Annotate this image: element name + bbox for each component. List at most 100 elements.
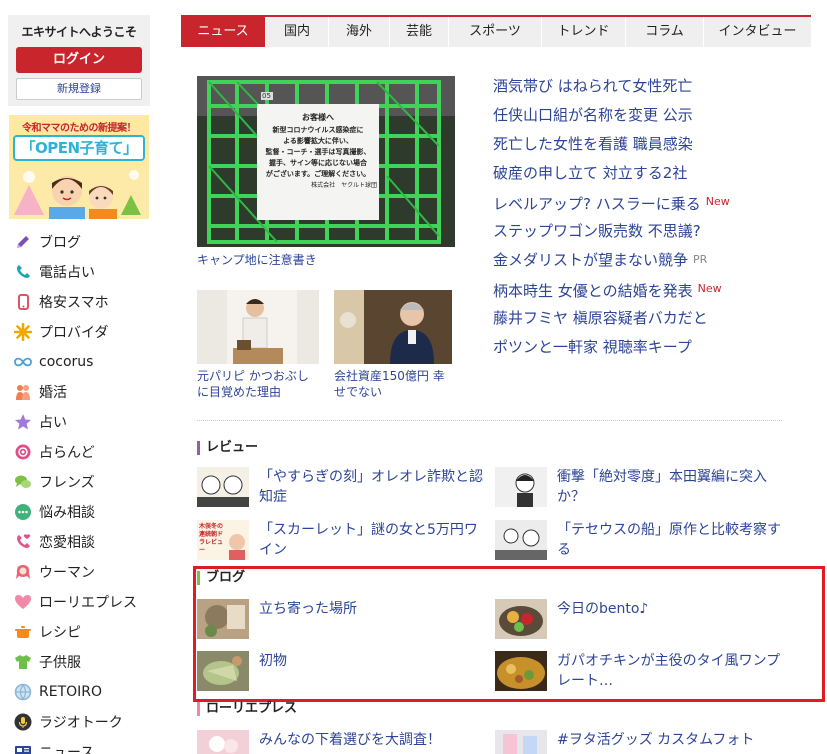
- tab-column[interactable]: コラム: [626, 17, 704, 47]
- review-article[interactable]: 「テセウスの船」原作と比較考察する: [495, 520, 795, 560]
- headline-text: ステップワゴン販売数 不思議?: [493, 222, 701, 240]
- headline-item[interactable]: レベルアップ? ハスラーに乗る New: [493, 192, 813, 221]
- menu-item-laurier[interactable]: ローリエプレス: [8, 587, 150, 617]
- heart-phone-icon: [14, 533, 32, 551]
- article-thumbnail: [197, 599, 249, 639]
- article-thumbnail: [495, 599, 547, 639]
- article-title: 「やすらぎの刻」オレオレ詐欺と認知症: [259, 469, 483, 505]
- menu-label: 電話占い: [39, 265, 95, 281]
- menu-label: ニュース: [39, 745, 95, 754]
- sign-text-line: 株式会社 ヤクルト球団: [311, 182, 377, 189]
- headline-item[interactable]: 藤井フミヤ 槇原容疑者バカだと: [493, 308, 813, 337]
- article-title: みんなの下着選びを大調査！: [259, 732, 441, 748]
- featured-caption[interactable]: キャンプ地に注意書き: [197, 251, 317, 268]
- menu-item-uranai[interactable]: 占い: [8, 407, 150, 437]
- headline-item[interactable]: 柄本時生 女優との結婚を発表 New: [493, 279, 813, 308]
- tab-interview[interactable]: インタビュー: [704, 17, 811, 47]
- review-article[interactable]: 木俣冬の連続朝ドラレビュー 「スカーレット」謎の女と5万円ワイン: [197, 520, 497, 560]
- article-title: ガパオチキンが主役のタイ風ワンプレート…: [557, 653, 781, 689]
- tab-entertainment[interactable]: 芸能: [390, 17, 449, 47]
- open-kosodate-banner[interactable]: 令和ママのための新提案！ 「OPEN子育て」: [9, 115, 149, 219]
- tab-sports[interactable]: スポーツ: [449, 17, 542, 47]
- tab-overseas[interactable]: 海外: [329, 17, 390, 47]
- headline-text: 酒気帯び はねられて女性死亡: [493, 77, 693, 95]
- headline-item[interactable]: ステップワゴン販売数 不思議?: [493, 221, 813, 250]
- menu-item-news[interactable]: ニュース: [8, 737, 150, 754]
- menu-item-retoiro[interactable]: RETOIRO: [8, 677, 150, 707]
- laurier-article[interactable]: #ヲタ活グッズ カスタムフォト: [495, 730, 795, 754]
- menu-item-woman[interactable]: ウーマン: [8, 557, 150, 587]
- sign-text: お客様へ 新型コロナウイルス感染症に よる影響拡大に伴い、 監督・コーチ・選手は写真撮…: [259, 112, 378, 191]
- tab-domestic[interactable]: 国内: [266, 17, 329, 47]
- menu-label: cocorus: [39, 354, 94, 370]
- menu-item-recipe[interactable]: レシピ: [8, 617, 150, 647]
- login-button[interactable]: ログイン: [16, 47, 142, 73]
- menu-label: レシピ: [39, 625, 81, 641]
- article-thumbnail: 木俣冬の連続朝ドラレビュー: [197, 520, 249, 560]
- register-button[interactable]: 新規登録: [16, 78, 142, 100]
- menu-label: フレンズ: [39, 475, 95, 491]
- sub-feature-card[interactable]: 元パリピ かつおぶしに目覚めた理由: [197, 290, 319, 400]
- sign-text-line: 新型コロナウイルス感染症に: [272, 126, 364, 134]
- headline-item[interactable]: 任侠山口組が名称を変更 公示: [493, 105, 813, 134]
- menu-label: 格安スマホ: [39, 295, 109, 311]
- headline-text: 柄本時生 女優との結婚を発表: [493, 282, 693, 300]
- pencil-icon: [14, 233, 32, 251]
- blog-article[interactable]: 今日のbento♪: [495, 599, 795, 639]
- sidebar: エキサイトへようこそ ログイン 新規登録 令和ママのための新提案！ 「OPEN子…: [8, 15, 150, 754]
- family-illustration: [9, 165, 149, 219]
- featured-photo[interactable]: お客様へ 新型コロナウイルス感染症に よる影響拡大に伴い、 監督・コーチ・選手は写真撮…: [197, 76, 455, 247]
- menu-item-friends[interactable]: フレンズ: [8, 467, 150, 497]
- headline-text: 金メダリストが望まない競争: [493, 251, 689, 269]
- tab-trend[interactable]: トレンド: [542, 17, 626, 47]
- review-article[interactable]: 「やすらぎの刻」オレオレ詐欺と認知症: [197, 467, 497, 507]
- menu-label: 占らんど: [39, 445, 95, 461]
- menu-item-phone-fortune[interactable]: 電話占い: [8, 257, 150, 287]
- menu-item-cocorus[interactable]: cocorus: [8, 347, 150, 377]
- globe-icon: [14, 683, 32, 701]
- banner-title: 「OPEN子育て」: [13, 135, 145, 161]
- menu-item-radiotalk[interactable]: ラジオトーク: [8, 707, 150, 737]
- banner-subtitle: 令和ママのための新提案！: [22, 123, 137, 134]
- menu-item-renai[interactable]: 恋愛相談: [8, 527, 150, 557]
- headline-item[interactable]: 死亡した女性を看護 職員感染: [493, 134, 813, 163]
- menu-item-nayami[interactable]: 悩み相談: [8, 497, 150, 527]
- microphone-icon: [14, 713, 32, 731]
- sign-text-line: がございます。ご理解ください。: [265, 170, 371, 178]
- menu-label: ウーマン: [39, 565, 95, 581]
- menu-label: ローリエプレス: [39, 595, 137, 611]
- section-divider: [197, 420, 782, 421]
- sub-feature-caption: 会社資産150億円 幸せでない: [334, 369, 445, 399]
- chat-bubbles-icon: [14, 473, 32, 491]
- article-title: 「スカーレット」謎の女と5万円ワイン: [259, 522, 478, 558]
- menu-item-smartphone[interactable]: 格安スマホ: [8, 287, 150, 317]
- article-title: 立ち寄った場所: [259, 601, 357, 617]
- sparkle-icon: [14, 323, 32, 341]
- blog-article[interactable]: ガパオチキンが主役のタイ風ワンプレート…: [495, 651, 795, 691]
- menu-label: ラジオトーク: [39, 715, 123, 731]
- menu-label: 悩み相談: [39, 505, 95, 521]
- laurier-section-title: ローリエプレス: [197, 701, 297, 717]
- newspaper-icon: [14, 743, 32, 754]
- menu-item-kids-clothes[interactable]: 子供服: [8, 647, 150, 677]
- tab-news[interactable]: ニュース: [181, 17, 266, 47]
- blog-article[interactable]: 立ち寄った場所: [197, 599, 497, 639]
- laurier-article[interactable]: みんなの下着選びを大調査！: [197, 730, 497, 754]
- headline-item[interactable]: ポツンと一軒家 視聴率キープ: [493, 337, 813, 366]
- welcome-title: エキサイトへようこそ: [21, 25, 137, 39]
- sub-feature-card[interactable]: 会社資産150億円 幸せでない: [334, 290, 452, 400]
- menu-label: プロバイダ: [39, 325, 109, 341]
- headline-item[interactable]: 金メダリストが望まない競争 PR: [493, 250, 813, 279]
- blog-article[interactable]: 初物: [197, 651, 497, 691]
- menu-item-blog[interactable]: ブログ: [8, 227, 150, 257]
- headline-item[interactable]: 酒気帯び はねられて女性死亡: [493, 76, 813, 105]
- menu-item-uraland[interactable]: 占らんど: [8, 437, 150, 467]
- article-thumbnail: [197, 730, 249, 754]
- sub-feature-thumbnail: [197, 290, 319, 364]
- headline-text: 任侠山口組が名称を変更 公示: [493, 106, 693, 124]
- headline-item[interactable]: 破産の申し立て 対立する2社: [493, 163, 813, 192]
- menu-item-konkatsu[interactable]: 婚活: [8, 377, 150, 407]
- review-article[interactable]: 衝撃「絶対零度」本田翼編に突入か？: [495, 467, 795, 507]
- headline-text: 死亡した女性を看護 職員感染: [493, 135, 693, 153]
- menu-item-provider[interactable]: プロバイダ: [8, 317, 150, 347]
